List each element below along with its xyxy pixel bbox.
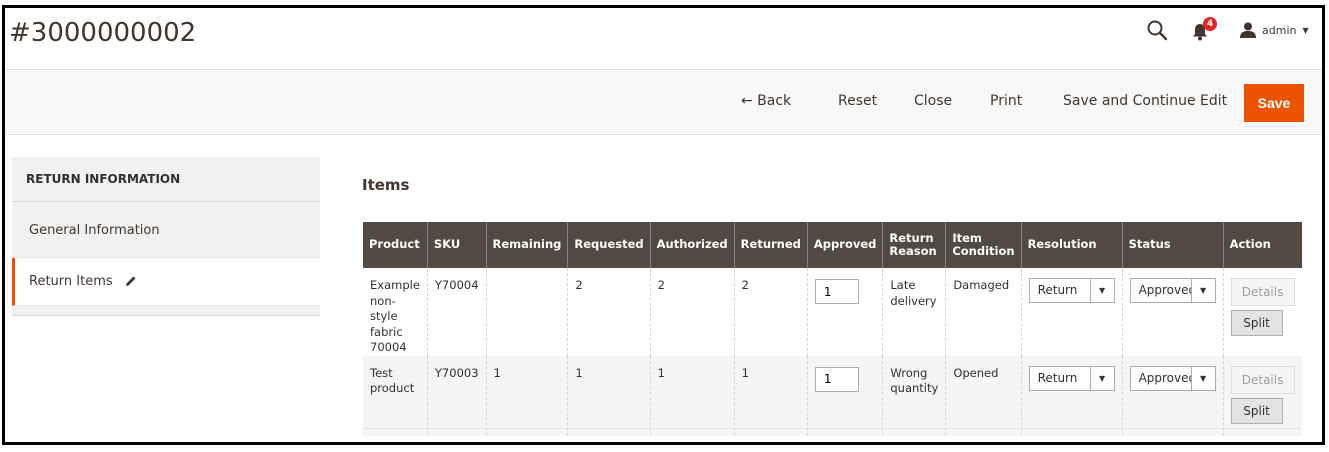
chevron-down-icon: ▼ [1089, 279, 1114, 302]
status-select[interactable]: Approved ▼ [1129, 365, 1216, 391]
split-button[interactable]: Split [1230, 397, 1283, 424]
column-header-requested: Requested [567, 222, 651, 268]
resolution-select[interactable]: Return ▼ [1028, 278, 1115, 303]
close-button[interactable]: Close [914, 93, 952, 109]
action-cell: Details Split [1222, 355, 1302, 436]
resolution-cell: Return ▼ [1020, 268, 1123, 356]
notifications-button[interactable]: 4 [1191, 17, 1217, 42]
authorized-cell: 2 [649, 268, 735, 356]
user-name: admin [1262, 23, 1297, 37]
column-header-authorized: Authorized [649, 222, 735, 268]
back-button[interactable]: ← Back [741, 93, 791, 109]
chevron-down-icon: ▼ [1302, 25, 1309, 35]
status-value: Approved [1138, 370, 1191, 385]
sidebar-tabs: RETURN INFORMATION General Information R… [12, 157, 320, 316]
reset-button[interactable]: Reset [838, 93, 877, 109]
sku-cell: Y70003 [426, 355, 487, 436]
pencil-icon [125, 276, 136, 286]
details-button[interactable]: Details [1230, 365, 1295, 394]
split-button[interactable]: Split [1230, 310, 1283, 336]
status-cell: Approved ▼ [1121, 268, 1224, 356]
table-divider [363, 428, 1301, 429]
sidebar-item-label: General Information [29, 223, 160, 238]
column-header-product: Product [363, 222, 428, 268]
page-header: #3000000002 4 admin ▼ [5, 8, 1322, 69]
remaining-cell: 1 [485, 355, 568, 436]
sidebar-heading: RETURN INFORMATION [12, 157, 320, 202]
column-header-action: Action [1222, 222, 1302, 268]
chevron-down-icon: ▼ [1089, 366, 1114, 390]
user-menu[interactable]: admin ▼ [1240, 20, 1309, 40]
sidebar-item-return-items[interactable]: Return Items [12, 258, 320, 306]
chevron-down-icon: ▼ [1190, 366, 1215, 390]
page-actions-bar: ← Back Reset Close Print Save and Contin… [5, 69, 1322, 135]
print-button[interactable]: Print [990, 93, 1022, 109]
column-header-sku: SKU [426, 222, 487, 268]
column-header-return-reason: Return Reason [882, 222, 946, 268]
save-and-continue-button[interactable]: Save and Continue Edit [1063, 93, 1227, 109]
return-reason-cell: Wrong quantity [882, 355, 946, 436]
column-header-remaining: Remaining [485, 222, 568, 268]
resolution-select[interactable]: Return ▼ [1028, 365, 1115, 391]
details-button[interactable]: Details [1230, 278, 1295, 306]
user-icon [1240, 22, 1256, 38]
sku-cell: Y70004 [426, 268, 487, 356]
items-section-title: Items [362, 176, 410, 194]
page-title: #3000000002 [9, 18, 197, 48]
table-row: Test product Y70003 1 1 1 1 Wrong quanti… [363, 355, 1302, 436]
item-condition-cell: Damaged [945, 268, 1022, 356]
approved-cell [806, 355, 883, 436]
return-items-table: Product SKU Remaining Requested Authoriz… [363, 222, 1302, 436]
sidebar-item-label: Return Items [29, 274, 113, 289]
save-button[interactable]: Save [1244, 84, 1304, 122]
table-row: Example non-style fabric 70004 Y70004 2 … [363, 268, 1302, 356]
approved-qty-input[interactable] [814, 279, 859, 304]
chevron-down-icon: ▼ [1190, 279, 1215, 302]
requested-cell: 2 [567, 268, 651, 356]
requested-cell: 1 [567, 355, 651, 436]
sidebar-footer [12, 306, 320, 316]
column-header-status: Status [1121, 222, 1224, 268]
status-cell: Approved ▼ [1121, 355, 1224, 436]
return-reason-cell: Late delivery [882, 268, 946, 356]
resolution-value: Return [1037, 370, 1078, 385]
column-header-approved: Approved [806, 222, 883, 268]
action-cell: Details Split [1222, 268, 1302, 356]
returned-cell: 2 [733, 268, 808, 356]
approved-cell [806, 268, 883, 356]
admin-window: #3000000002 4 admin ▼ ← Back Reset Close… [2, 5, 1325, 445]
item-condition-cell: Opened [945, 355, 1022, 436]
notification-count-badge: 4 [1203, 17, 1217, 31]
table-header-row: Product SKU Remaining Requested Authoriz… [363, 222, 1302, 268]
remaining-cell [485, 268, 568, 356]
column-header-returned: Returned [733, 222, 808, 268]
column-header-resolution: Resolution [1020, 222, 1123, 268]
search-icon[interactable] [1146, 19, 1168, 41]
column-header-item-condition: Item Condition [945, 222, 1022, 268]
product-cell: Example non-style fabric 70004 [363, 268, 428, 356]
status-select[interactable]: Approved ▼ [1129, 278, 1216, 303]
resolution-cell: Return ▼ [1020, 355, 1123, 436]
status-value: Approved [1138, 283, 1191, 298]
returned-cell: 1 [733, 355, 808, 436]
authorized-cell: 1 [649, 355, 735, 436]
product-cell: Test product [363, 355, 428, 436]
resolution-value: Return [1037, 283, 1078, 298]
approved-qty-input[interactable] [814, 366, 859, 392]
sidebar-item-general-information[interactable]: General Information [12, 202, 320, 258]
